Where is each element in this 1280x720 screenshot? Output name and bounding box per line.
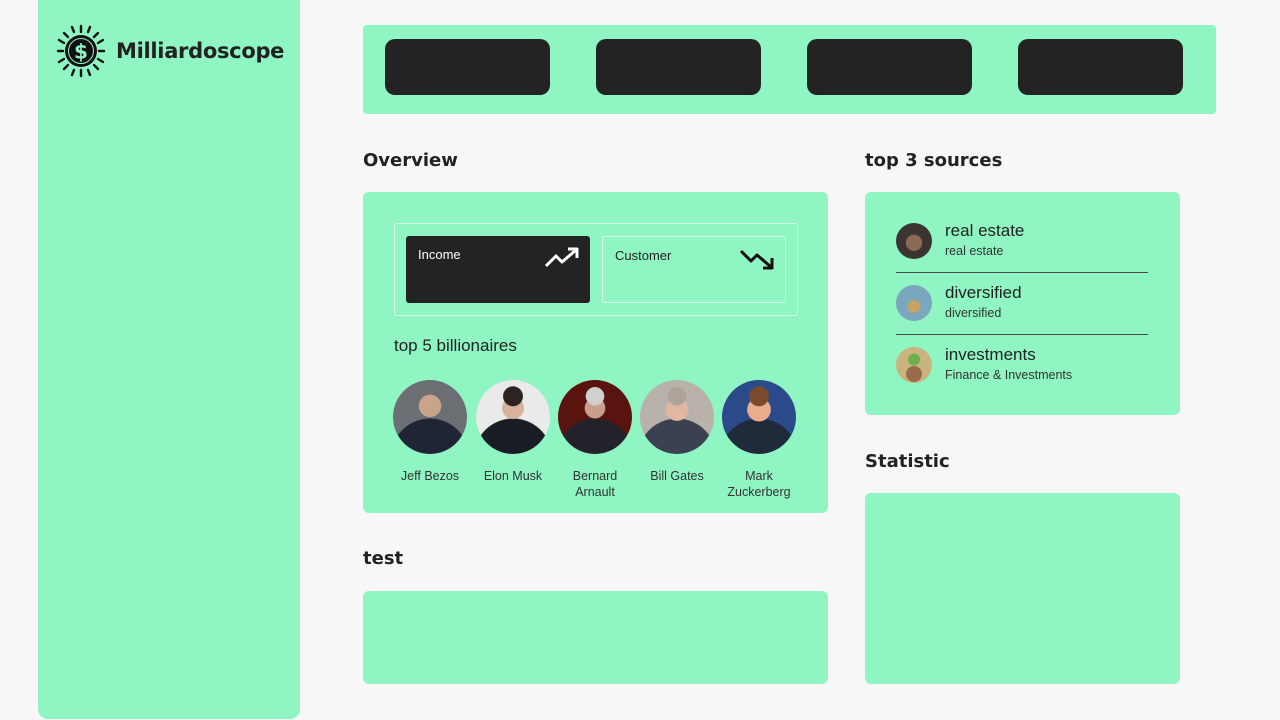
source-item[interactable]: diversified diversified [896,273,1148,335]
avatar [476,380,550,454]
source-title: investments [945,345,1036,364]
income-label: Income [418,247,461,262]
source-item[interactable]: real estate real estate [896,211,1148,273]
svg-text:$: $ [74,40,88,64]
billionaire-name: Bernard Arnault [572,469,618,499]
billionaire-name: Elon Musk [483,469,543,483]
overview-panel: Income Customer top 5 billionaires Jeff … [363,192,828,513]
app-name: Milliardoscope [116,39,285,63]
billionaires-title: top 5 billionaires [394,336,517,355]
avatar [393,380,467,454]
statistic-title: Statistic [865,451,950,472]
customer-card[interactable]: Customer [602,236,786,303]
billionaire-card[interactable]: Jeff Bezos [389,380,471,484]
customer-label: Customer [615,248,672,263]
source-avatar [896,347,932,383]
nav-button-1[interactable] [385,39,550,95]
trending-down-icon [739,249,774,270]
sidebar: $ Milliardoscope [38,0,300,719]
billionaire-name: Mark Zuckerberg [727,469,791,499]
nav-button-2[interactable] [596,39,761,95]
source-avatar [896,223,932,259]
dollar-sun-icon: $ [56,24,106,78]
avatar [558,380,632,454]
source-subtitle: Finance & Investments [945,368,1073,382]
nav-button-3[interactable] [807,39,972,95]
source-title: real estate [945,221,1025,240]
avatar [640,380,714,454]
overview-title: Overview [363,150,458,171]
test-title: test [363,548,404,569]
top-nav-bar [363,25,1216,114]
billionaire-card[interactable]: Mark Zuckerberg [718,380,800,500]
billionaire-card[interactable]: Bernard Arnault [554,380,636,500]
billionaire-name: Bill Gates [650,469,704,483]
source-title: diversified [945,283,1022,302]
income-card[interactable]: Income [406,236,590,303]
source-avatar [896,285,932,321]
billionaire-name: Jeff Bezos [400,469,460,483]
sources-title: top 3 sources [865,150,1003,171]
nav-button-4[interactable] [1018,39,1183,95]
source-item[interactable]: investments Finance & Investments [896,335,1148,397]
billionaire-card[interactable]: Bill Gates [636,380,718,484]
stats-container: Income Customer [394,223,798,316]
app-logo[interactable]: $ Milliardoscope [56,24,284,78]
avatar [722,380,796,454]
sources-panel: real estate real estate diversified dive… [865,192,1180,415]
source-subtitle: real estate [945,244,1004,258]
trending-up-icon [544,247,579,268]
statistic-panel [865,493,1180,684]
source-subtitle: diversified [945,306,1002,320]
test-panel [363,591,828,684]
billionaire-card[interactable]: Elon Musk [472,380,554,484]
